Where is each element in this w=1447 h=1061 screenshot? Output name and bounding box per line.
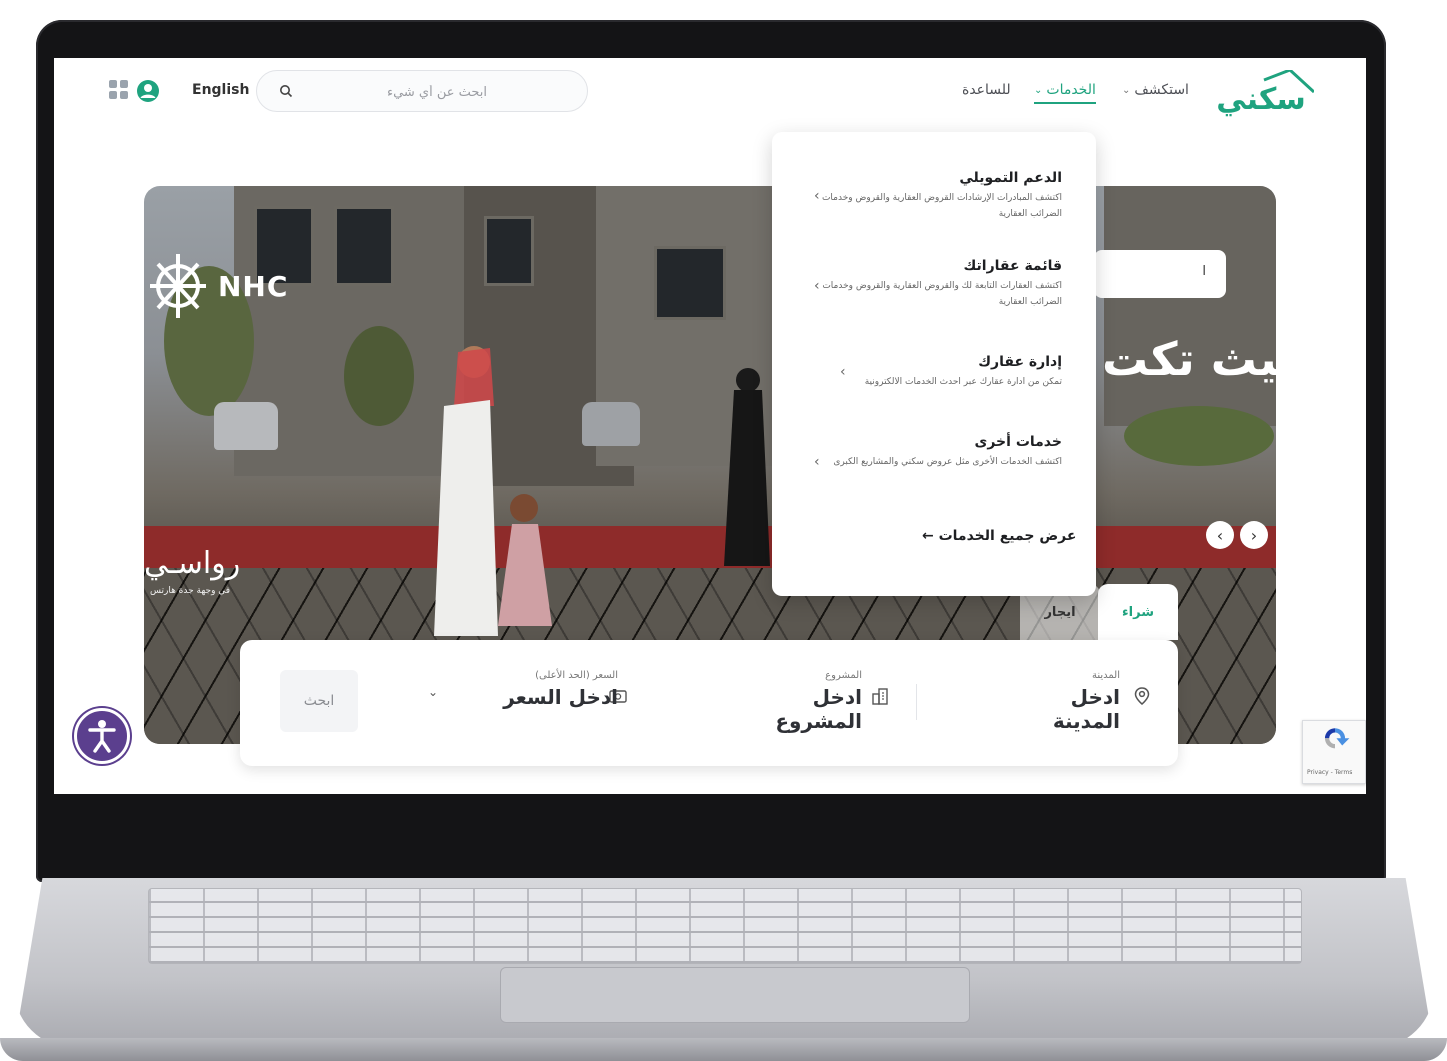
logo-text: سكني <box>1216 82 1306 117</box>
nav-explore[interactable]: استكشف ⌄ <box>1122 82 1189 98</box>
hero-headline: حيث تكت <box>1102 332 1276 386</box>
hero-cta-button[interactable]: ا <box>1094 250 1226 298</box>
laptop-rim <box>0 1038 1447 1061</box>
project-label: المشروع <box>825 670 862 681</box>
accessibility-button[interactable] <box>74 708 130 764</box>
menu-item-financial-support[interactable]: الدعم التمويلي اكتشف المبادرات الإرشادات… <box>808 170 1062 222</box>
city-label: المدينة <box>1091 670 1120 681</box>
project-input[interactable]: ادخل المشروع <box>752 685 862 733</box>
building-window <box>484 216 534 286</box>
menu-item-my-properties[interactable]: قائمة عقاراتك اكتشف العقارات التابعة لك … <box>808 258 1062 310</box>
building-far-right <box>1104 186 1276 426</box>
recaptcha-icon <box>1324 728 1350 749</box>
menu-item-title: إدارة عقارك <box>978 354 1062 370</box>
recaptcha-badge[interactable]: Privacy - Terms <box>1302 720 1366 784</box>
nav-help[interactable]: للساعدة <box>962 82 1011 98</box>
laptop-mockup: سكني استكشف ⌄ الخدمات ⌄ للساعدة English <box>0 0 1447 1061</box>
menu-item-description: اكتشف العقارات التابعة لك والقروض العقار… <box>822 281 1062 308</box>
city-field[interactable]: المدينة ادخل المدينة <box>1010 670 1120 733</box>
nhc-brand: NHC <box>218 270 289 303</box>
laptop-touchpad <box>500 967 970 1023</box>
slider-prev-button[interactable]: ‹ <box>1206 521 1234 549</box>
menu-item-description: اكتشف المبادرات الإرشادات القروض العقاري… <box>821 193 1062 220</box>
chevron-down-icon[interactable]: ⌄ <box>428 685 438 699</box>
menu-item-description: تمكن من ادارة عقارك عبر احدث الخدمات الا… <box>864 377 1062 387</box>
red-walkway <box>144 526 1276 568</box>
chevron-down-icon: ⌄ <box>1122 84 1131 96</box>
nav-help-label: للساعدة <box>962 82 1011 98</box>
man-figure <box>434 346 498 636</box>
user-account-icon[interactable] <box>136 79 160 103</box>
search-icon <box>280 85 293 98</box>
price-field[interactable]: السعر (الحد الأعلى) ادخل السعر <box>498 670 618 709</box>
building-window <box>334 206 394 286</box>
menu-item-title: قائمة عقاراتك <box>963 258 1062 274</box>
search-submit-button[interactable]: ابحث <box>280 670 358 732</box>
parked-car <box>214 402 278 450</box>
menu-item-manage-property[interactable]: إدارة عقارك تمكن من ادارة عقارك عبر احدث… <box>808 354 1062 390</box>
project-field[interactable]: المشروع ادخل المشروع <box>752 670 862 733</box>
services-dropdown-menu: الدعم التمويلي اكتشف المبادرات الإرشادات… <box>772 132 1096 596</box>
price-input[interactable]: ادخل السعر <box>498 685 618 709</box>
location-pin-icon <box>1134 687 1150 705</box>
chevron-left-icon[interactable]: ‹ <box>840 364 846 380</box>
language-toggle[interactable]: English <box>192 82 249 98</box>
browser-screen: سكني استكشف ⌄ الخدمات ⌄ للساعدة English <box>54 58 1366 794</box>
search-input[interactable] <box>317 79 557 105</box>
apps-grid-icon[interactable] <box>108 79 130 101</box>
city-input[interactable]: ادخل المدينة <box>1010 685 1120 733</box>
tree <box>344 326 414 426</box>
tab-buy[interactable]: شراء <box>1098 584 1178 640</box>
recaptcha-footer[interactable]: Privacy - Terms <box>1307 769 1352 776</box>
project-name: رواسـي <box>144 546 241 581</box>
menu-item-title: خدمات أخرى <box>974 434 1062 450</box>
chevron-left-icon[interactable]: ‹ <box>814 188 820 204</box>
menu-item-description: اكتشف الخدمات الأخرى مثل عروض سكني والمش… <box>833 457 1062 467</box>
building-icon <box>872 688 888 705</box>
nav-explore-label: استكشف <box>1134 82 1189 98</box>
accessibility-icon <box>88 720 116 753</box>
nav-services-label: الخدمات <box>1046 82 1096 98</box>
nav-services[interactable]: الخدمات ⌄ <box>1034 82 1096 104</box>
shrubs <box>1124 406 1274 466</box>
laptop-keyboard <box>148 888 1302 964</box>
parked-car <box>582 402 640 446</box>
project-subtitle: في وجهة جدة هارتس <box>150 586 231 596</box>
price-label: السعر (الحد الأعلى) <box>535 670 618 681</box>
girl-figure <box>498 494 552 626</box>
chevron-down-icon: ⌄ <box>1034 84 1043 96</box>
search-box[interactable] <box>256 70 588 112</box>
slider-next-button[interactable]: › <box>1240 521 1268 549</box>
field-divider <box>916 684 917 720</box>
view-all-services-link[interactable]: عرض جميع الخدمات ← <box>922 528 1076 544</box>
woman-figure <box>724 368 770 566</box>
menu-item-title: الدعم التمويلي <box>959 170 1062 186</box>
sakani-logo[interactable]: سكني <box>1210 70 1314 118</box>
chevron-left-icon[interactable]: ‹ <box>814 454 820 470</box>
property-search-panel: المدينة ادخل المدينة المشروع ادخل المشرو… <box>240 640 1178 766</box>
menu-item-other-services[interactable]: خدمات أخرى اكتشف الخدمات الأخرى مثل عروض… <box>808 434 1062 470</box>
building-window <box>654 246 726 320</box>
chevron-left-icon[interactable]: ‹ <box>814 278 820 294</box>
